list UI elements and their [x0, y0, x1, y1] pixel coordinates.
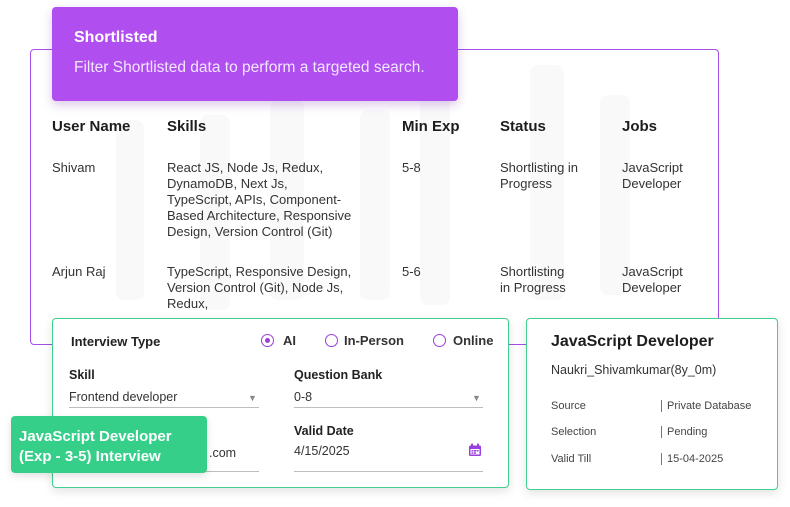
column-header-jobs: Jobs — [622, 118, 658, 135]
status-line: Progress — [500, 176, 553, 191]
radio-ai[interactable] — [261, 334, 274, 347]
radio-online-label[interactable]: Online — [453, 333, 493, 348]
cell-min-exp: 5-6 — [402, 264, 421, 279]
cell-jobs: JavaScript Developer — [622, 160, 683, 192]
valid-date-label: Valid Date — [294, 424, 354, 438]
jobs-line: Developer — [622, 176, 682, 191]
job-detail-card: JavaScript Developer Naukri_Shivamkumar(… — [526, 318, 778, 490]
interview-type-label: Interview Type — [71, 334, 161, 349]
skills-line: TypeScript, Responsive Design, — [167, 264, 352, 279]
chevron-down-icon[interactable]: ▼ — [472, 393, 481, 403]
cell-status: Shortlisting in Progress — [500, 264, 566, 296]
field-key-valid-till: Valid Till — [551, 453, 592, 465]
job-candidate: Naukri_Shivamkumar(8y_0m) — [551, 363, 717, 377]
column-header-status: Status — [500, 118, 546, 135]
skills-line: Design, Version Control (Git) — [167, 224, 333, 239]
cell-status: Shortlisting in Progress — [500, 160, 578, 192]
valid-date-underline — [294, 471, 483, 472]
cell-jobs: JavaScript Developer — [622, 264, 683, 296]
skills-line: Based Architecture, Responsive — [167, 208, 352, 223]
skills-line: DynamoDB, Next Js, — [167, 176, 288, 191]
banner-title: Shortlisted — [74, 29, 158, 46]
question-bank-underline — [294, 407, 483, 408]
status-line: Shortlisting — [500, 264, 565, 279]
radio-ai-label[interactable]: AI — [283, 333, 296, 348]
status-line: in Progress — [500, 280, 566, 295]
skill-label: Skill — [69, 368, 95, 382]
field-value-source: Private Database — [661, 400, 751, 412]
column-header-min-exp: Min Exp — [402, 118, 460, 135]
column-header-skills: Skills — [167, 118, 207, 135]
skill-select[interactable]: Frontend developer — [69, 390, 177, 404]
jobs-line: JavaScript — [622, 264, 683, 279]
radio-in-person-label[interactable]: In-Person — [344, 333, 404, 348]
cell-min-exp: 5-8 — [402, 160, 421, 175]
calendar-icon[interactable] — [468, 443, 482, 462]
question-bank-label: Question Bank — [294, 368, 383, 382]
skills-line: Redux, — [167, 296, 209, 311]
column-header-user-name: User Name — [52, 118, 131, 135]
banner-subtitle: Filter Shortlisted data to perform a tar… — [74, 59, 425, 76]
cell-user-name: Shivam — [52, 160, 96, 175]
job-title: JavaScript Developer — [551, 333, 714, 350]
jobs-line: Developer — [622, 280, 682, 295]
valid-date-input[interactable]: 4/15/2025 — [294, 444, 350, 458]
field-key-selection: Selection — [551, 426, 597, 438]
question-bank-select[interactable]: 0-8 — [294, 390, 312, 404]
email-field[interactable]: .com — [209, 446, 236, 460]
interview-banner-line: JavaScript Developer — [19, 428, 172, 445]
skill-underline — [69, 407, 259, 408]
cell-skills: TypeScript, Responsive Design, Version C… — [167, 264, 351, 312]
chevron-down-icon[interactable]: ▼ — [248, 393, 257, 403]
cell-skills: React JS, Node Js, Redux, DynamoDB, Next… — [167, 160, 351, 240]
shortlisted-banner: Shortlisted Filter Shortlisted data to p… — [52, 7, 458, 101]
status-line: Shortlisting in — [500, 160, 579, 175]
interview-banner: JavaScript Developer (Exp - 3-5) Intervi… — [11, 416, 207, 473]
radio-online[interactable] — [433, 334, 446, 347]
field-value-selection: Pending — [661, 426, 707, 438]
field-value-valid-till: 15-04-2025 — [661, 453, 723, 465]
skills-line: Version Control (Git), Node Js, — [167, 280, 344, 295]
jobs-line: JavaScript — [622, 160, 683, 175]
interview-banner-line: (Exp - 3-5) Interview — [19, 448, 161, 465]
field-key-source: Source — [551, 400, 586, 412]
skills-line: React JS, Node Js, Redux, — [167, 160, 324, 175]
cell-user-name: Arjun Raj — [52, 264, 106, 279]
skills-line: TypeScript, APIs, Component- — [167, 192, 342, 207]
radio-in-person[interactable] — [325, 334, 338, 347]
